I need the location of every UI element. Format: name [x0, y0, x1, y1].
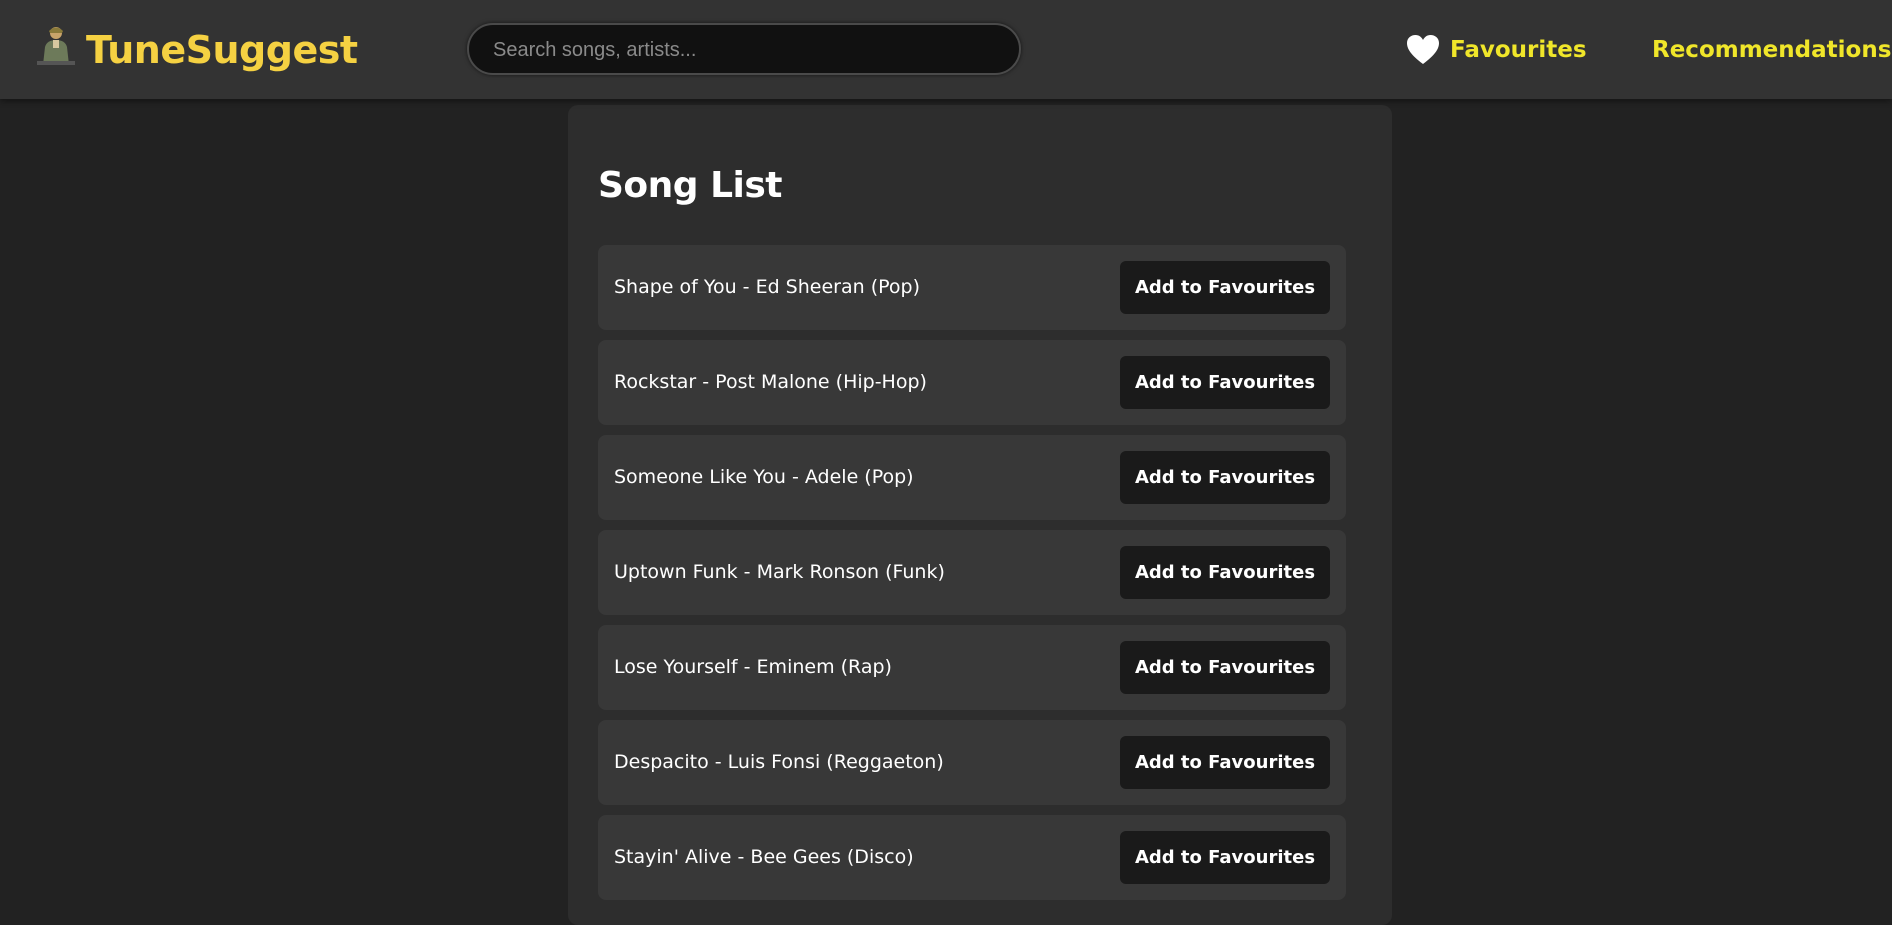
- add-to-favourites-button[interactable]: Add to Favourites: [1120, 641, 1330, 694]
- song-title: Shape of You - Ed Sheeran (Pop): [614, 276, 920, 298]
- add-to-favourites-button[interactable]: Add to Favourites: [1120, 831, 1330, 884]
- favourites-label: Favourites: [1450, 37, 1587, 63]
- search-input[interactable]: [491, 25, 995, 75]
- add-to-favourites-button[interactable]: Add to Favourites: [1120, 546, 1330, 599]
- song-title: Despacito - Luis Fonsi (Reggaeton): [614, 751, 944, 773]
- song-row: Rockstar - Post Malone (Hip-Hop) Add to …: [598, 340, 1346, 425]
- song-row: Shape of You - Ed Sheeran (Pop) Add to F…: [598, 245, 1346, 330]
- nav-recommendations-link[interactable]: Recommendations: [1652, 30, 1891, 70]
- song-row: Uptown Funk - Mark Ronson (Funk) Add to …: [598, 530, 1346, 615]
- song-list: Shape of You - Ed Sheeran (Pop) Add to F…: [598, 245, 1346, 910]
- song-title: Lose Yourself - Eminem (Rap): [614, 656, 892, 678]
- song-row: Despacito - Luis Fonsi (Reggaeton) Add t…: [598, 720, 1346, 805]
- brand-logo[interactable]: TuneSuggest: [86, 25, 358, 75]
- song-row: Someone Like You - Adele (Pop) Add to Fa…: [598, 435, 1346, 520]
- add-to-favourites-button[interactable]: Add to Favourites: [1120, 451, 1330, 504]
- add-to-favourites-button[interactable]: Add to Favourites: [1120, 356, 1330, 409]
- search-bar: [467, 23, 1021, 75]
- top-nav-bar: TuneSuggest Favourites Recommendations: [0, 0, 1892, 99]
- song-title: Rockstar - Post Malone (Hip-Hop): [614, 371, 927, 393]
- song-row: Stayin' Alive - Bee Gees (Disco) Add to …: [598, 815, 1346, 900]
- page-title: Song List: [598, 165, 783, 206]
- recommendations-label: Recommendations: [1652, 37, 1892, 63]
- add-to-favourites-button[interactable]: Add to Favourites: [1120, 736, 1330, 789]
- avatar-icon: [37, 27, 75, 65]
- song-title: Stayin' Alive - Bee Gees (Disco): [614, 846, 914, 868]
- heart-icon: [1407, 35, 1439, 64]
- song-list-panel: Song List Shape of You - Ed Sheeran (Pop…: [568, 105, 1392, 925]
- song-title: Uptown Funk - Mark Ronson (Funk): [614, 561, 945, 583]
- song-title: Someone Like You - Adele (Pop): [614, 466, 914, 488]
- song-row: Lose Yourself - Eminem (Rap) Add to Favo…: [598, 625, 1346, 710]
- nav-favourites-link[interactable]: Favourites: [1406, 30, 1587, 70]
- add-to-favourites-button[interactable]: Add to Favourites: [1120, 261, 1330, 314]
